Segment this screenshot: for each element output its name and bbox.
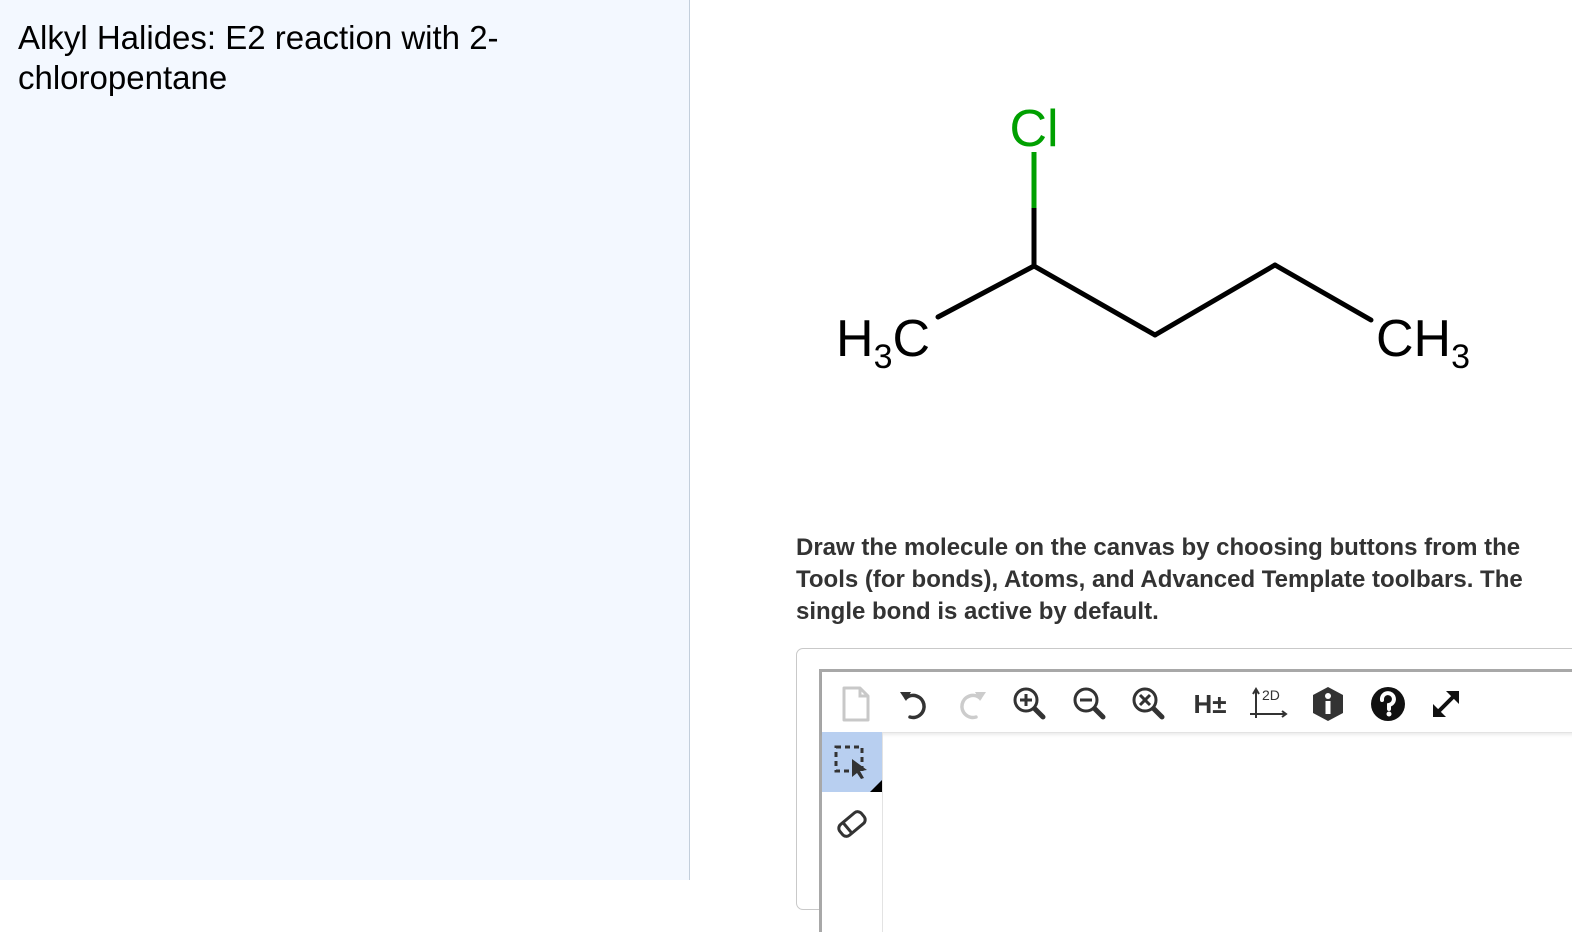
side-toolbar: [822, 732, 883, 932]
svg-text:2D: 2D: [1262, 687, 1280, 703]
drawing-instructions: Draw the molecule on the canvas by choos…: [796, 534, 1523, 625]
undo-icon[interactable]: [892, 682, 936, 726]
eraser-button[interactable]: [822, 794, 882, 854]
zoom-out-icon[interactable]: [1068, 682, 1112, 726]
chlorine-atom-label: Cl: [1009, 100, 1058, 158]
toggle-hydrogens-button[interactable]: H±: [1188, 682, 1232, 726]
selection-tool-icon: [834, 745, 867, 779]
bond-c3-c4: [1152, 262, 1278, 338]
help-icon[interactable]: [1366, 682, 1410, 726]
new-document-icon[interactable]: [834, 682, 878, 726]
info-icon[interactable]: [1306, 682, 1350, 726]
eraser-icon: [837, 810, 867, 838]
molecule-structure: Cl H3C CH3: [836, 100, 1470, 376]
bond-c4-c5: [1272, 262, 1374, 323]
bond-c2-c3: [1031, 263, 1158, 338]
right-panel: Cl H3C CH3 Draw the molecule on the canv…: [691, 0, 1572, 932]
zoom-reset-icon[interactable]: [1127, 682, 1171, 726]
question-title: Alkyl Halides: E2 reaction with 2-chloro…: [18, 19, 499, 96]
editor-canvas[interactable]: H± 2D: [819, 669, 1572, 932]
zoom-in-icon[interactable]: [1008, 682, 1052, 726]
clean-2d-icon[interactable]: 2D: [1246, 682, 1290, 726]
molecule-editor: H± 2D: [796, 648, 1572, 932]
selection-tool-button[interactable]: [822, 732, 882, 792]
redo-icon[interactable]: [950, 682, 994, 726]
bond-c1-c2: [935, 263, 1037, 320]
fullscreen-icon[interactable]: [1424, 682, 1468, 726]
left-methyl-label: H3C: [836, 310, 930, 376]
right-methyl-label: CH3: [1376, 310, 1470, 376]
left-panel: Alkyl Halides: E2 reaction with 2-chloro…: [0, 0, 690, 880]
top-toolbar: H± 2D: [822, 672, 1572, 733]
